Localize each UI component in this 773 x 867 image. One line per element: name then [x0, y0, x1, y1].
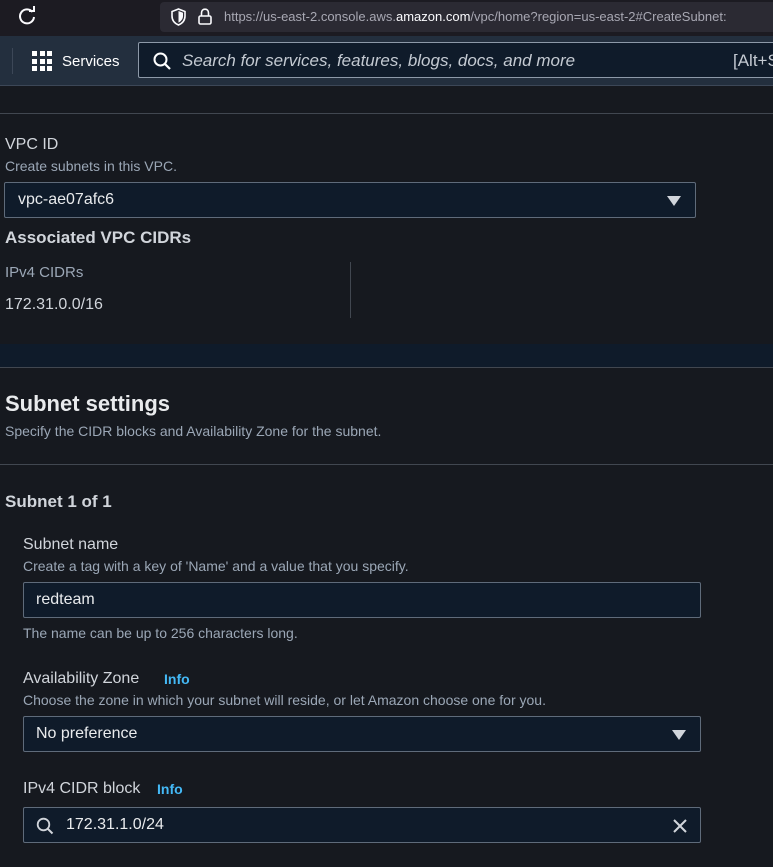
associated-cidrs-heading: Associated VPC CIDRs	[5, 228, 192, 247]
subnet-count-heading: Subnet 1 of 1	[5, 492, 112, 511]
url-domain: amazon.com	[395, 9, 471, 24]
caret-down-icon	[667, 196, 681, 206]
grid-icon	[32, 51, 52, 71]
subnet-name-hint: The name can be up to 256 characters lon…	[23, 625, 298, 641]
column-divider	[350, 262, 351, 318]
subnet-settings-title: Subnet settings	[5, 391, 171, 416]
search-icon	[153, 52, 171, 70]
ipv4-cidr-block-label: IPv4 CIDR block	[23, 780, 141, 797]
url-suffix: /vpc/home?region=us-east-2#CreateSubnet:	[470, 9, 727, 24]
availability-zone-value: No preference	[36, 725, 138, 742]
section-divider	[0, 113, 773, 114]
browser-toolbar: https://us-east-2.console.aws.amazon.com…	[0, 0, 773, 36]
services-menu-button[interactable]: Services	[24, 45, 120, 77]
search-icon	[36, 817, 54, 835]
ipv4-cidr-block-value: 172.31.1.0/24	[66, 816, 164, 833]
ipv4-cidr-block-info-link[interactable]: Info	[157, 781, 183, 797]
aws-top-nav: Services Search for services, features, …	[0, 36, 773, 86]
search-placeholder: Search for services, features, blogs, do…	[182, 51, 576, 70]
url-text[interactable]: https://us-east-2.console.aws.amazon.com…	[224, 9, 727, 24]
shield-icon[interactable]	[170, 8, 187, 26]
global-search-input[interactable]: Search for services, features, blogs, do…	[138, 42, 773, 78]
url-prefix: https://us-east-2.console.aws.	[224, 9, 396, 24]
panel-gap	[0, 344, 773, 368]
availability-zone-info-link[interactable]: Info	[164, 671, 190, 687]
availability-zone-label: Availability Zone	[23, 670, 140, 687]
ipv4-cidrs-label: IPv4 CIDRs	[5, 264, 84, 281]
address-bar[interactable]: https://us-east-2.console.aws.amazon.com…	[160, 2, 773, 32]
section-divider	[0, 464, 773, 465]
subnet-settings-description: Specify the CIDR blocks and Availability…	[5, 423, 382, 439]
availability-zone-description: Choose the zone in which your subnet wil…	[23, 692, 546, 708]
caret-down-icon	[672, 730, 686, 740]
subnet-name-value: redteam	[36, 591, 95, 608]
subnet-name-description: Create a tag with a key of 'Name' and a …	[23, 558, 409, 574]
vpc-id-value: vpc-ae07afc6	[18, 191, 115, 208]
ipv4-cidr-block-input[interactable]: 172.31.1.0/24	[23, 807, 701, 843]
search-shortcut-hint: [Alt+S]	[733, 51, 773, 70]
availability-zone-select[interactable]: No preference	[23, 716, 701, 752]
subnet-name-label: Subnet name	[23, 536, 119, 553]
reload-icon[interactable]	[17, 6, 37, 26]
lock-icon[interactable]	[198, 8, 212, 25]
panel-top-border	[0, 367, 773, 368]
vpc-id-label: VPC ID	[5, 136, 59, 153]
vpc-id-select[interactable]: vpc-ae07afc6	[4, 182, 696, 218]
subnet-name-input[interactable]: redteam	[23, 582, 701, 618]
nav-divider	[12, 48, 13, 74]
clear-icon[interactable]	[672, 818, 688, 834]
ipv4-cidrs-value: 172.31.0.0/16	[5, 296, 103, 313]
services-label: Services	[62, 52, 120, 70]
vpc-id-description: Create subnets in this VPC.	[5, 158, 177, 174]
